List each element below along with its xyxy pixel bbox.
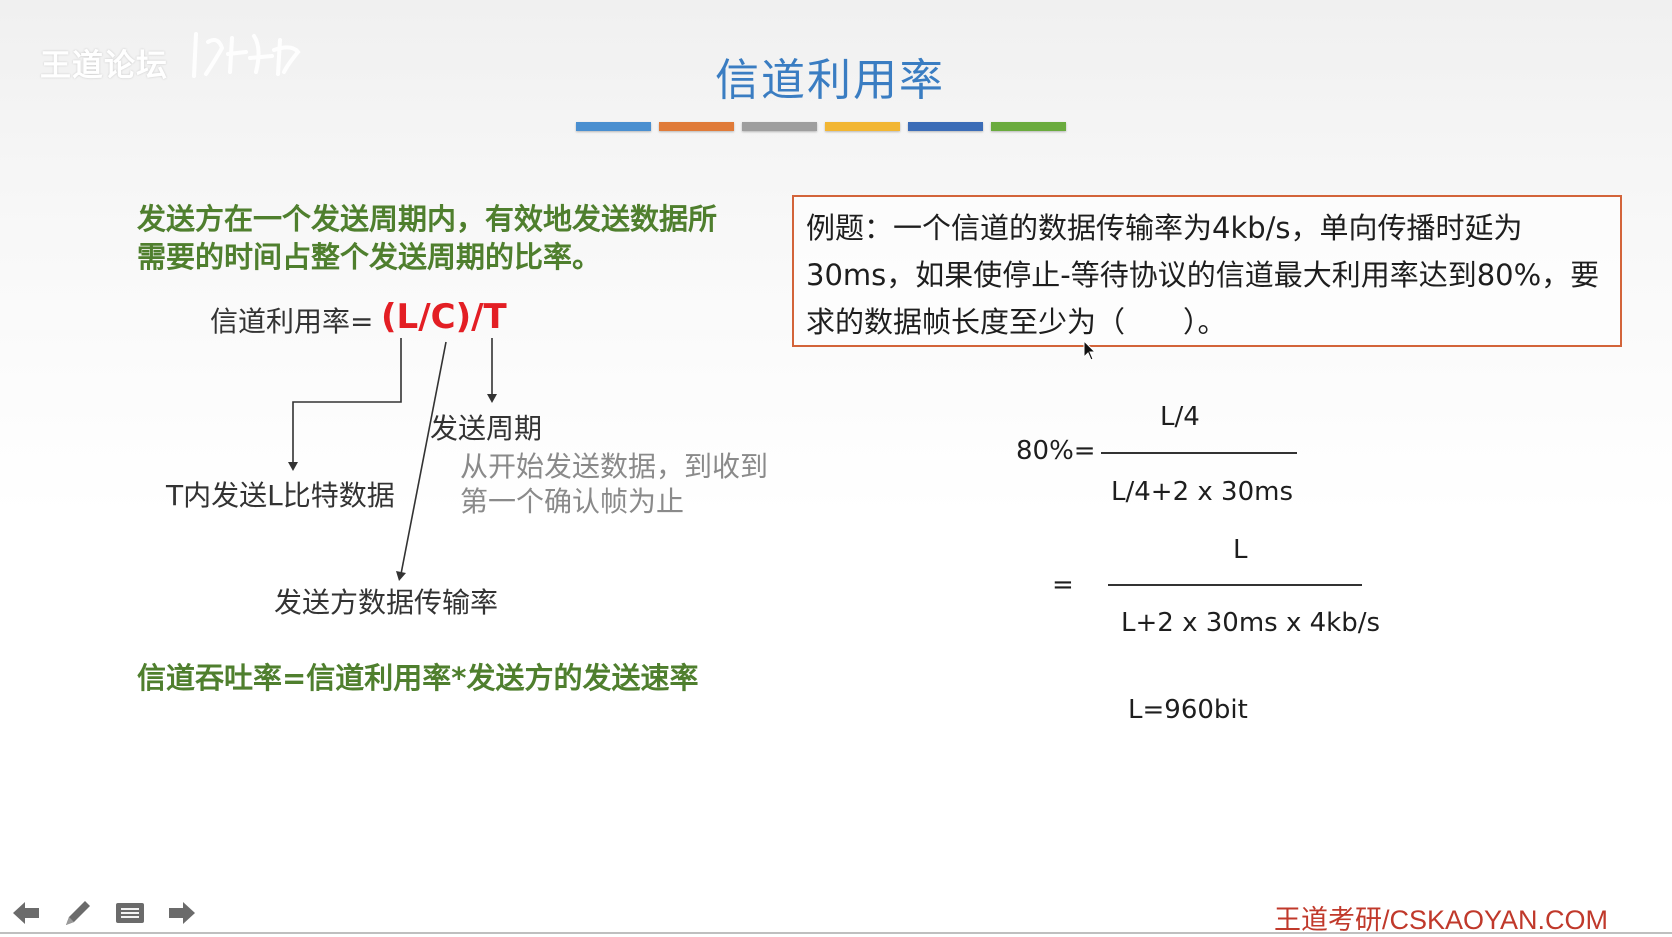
solution-lhs: 80%=: [1016, 436, 1096, 466]
slide: 王道论坛 信道利用率 发送方在一个发送周期内，有效地发送数据所需要的时间占整个发…: [0, 0, 1672, 937]
slideshow-toolbar: [10, 897, 198, 929]
solution-denominator-2: L+2 x 30ms x 4kb/s: [1121, 608, 1381, 638]
slide-title: 信道利用率: [715, 55, 945, 106]
watermark-logo: [192, 32, 301, 78]
throughput-formula: 信道吞吐率=信道利用率*发送方的发送速率: [137, 661, 699, 695]
title-color-bars: [576, 122, 1066, 131]
definition-text: 发送方在一个发送周期内，有效地发送数据所需要的时间占整个发送周期的比率。: [137, 202, 718, 274]
formula-expression: (L/C)/T: [381, 297, 507, 337]
next-slide-button[interactable]: [166, 897, 198, 929]
pen-tool-button[interactable]: [62, 897, 94, 929]
send-period-description: 从开始发送数据，到收到第一个确认帧为止: [460, 450, 769, 518]
arrow-L: [292, 338, 402, 464]
fraction-line-1: [1101, 452, 1297, 454]
formula-label: 信道利用率=: [210, 305, 374, 338]
send-period-label: 发送周期: [430, 412, 543, 445]
solution-denominator-1: L/4+2 x 30ms: [1111, 477, 1293, 507]
formula-arrows: [288, 338, 497, 581]
color-bar: [908, 122, 983, 131]
solution-result: L=960bit: [1128, 695, 1248, 725]
arrow-right-icon: [169, 902, 195, 924]
sender-rate-label: 发送方数据传输率: [274, 586, 499, 619]
pen-icon: [66, 901, 90, 925]
bottom-divider: [0, 932, 1672, 934]
example-box: 例题：一个信道的数据传输率为4kb/s，单向传播时延为30ms，如果使停止-等待…: [792, 195, 1622, 347]
color-bar: [659, 122, 734, 131]
solution-numerator-2: L: [1233, 535, 1248, 565]
mouse-cursor-icon: [1083, 340, 1097, 361]
color-bar: [825, 122, 900, 131]
fraction-line-2: [1108, 584, 1362, 586]
menu-icon: [116, 903, 144, 923]
solution-numerator-1: L/4: [1160, 402, 1200, 432]
watermark-text: 王道论坛: [40, 48, 168, 84]
solution-equals: =: [1052, 570, 1074, 600]
previous-slide-button[interactable]: [10, 897, 42, 929]
example-text: 例题：一个信道的数据传输率为4kb/s，单向传播时延为30ms，如果使停止-等待…: [806, 211, 1600, 339]
color-bar: [991, 122, 1066, 131]
slide-menu-button[interactable]: [114, 897, 146, 929]
color-bar: [742, 122, 817, 131]
color-bar: [576, 122, 651, 131]
L-bits-label: T内发送L比特数据: [166, 479, 395, 512]
arrow-left-icon: [13, 902, 39, 924]
arrow-C: [400, 341, 447, 575]
